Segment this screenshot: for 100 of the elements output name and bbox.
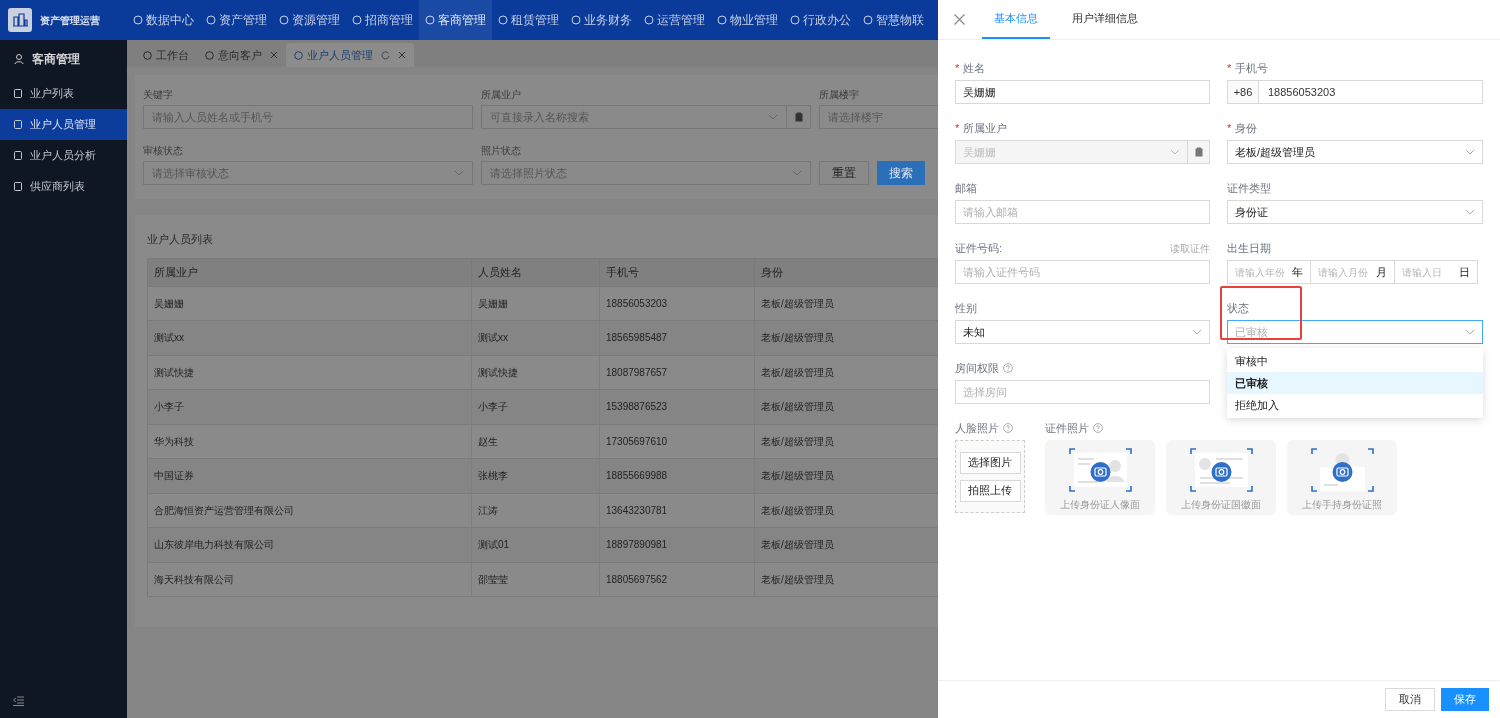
sidebar-item[interactable]: 业户人员分析 xyxy=(0,140,127,171)
table-cell: 山东彼岸电力科技有限公司 xyxy=(148,528,472,562)
circle-icon xyxy=(279,15,289,25)
table-cell: 13643230781 xyxy=(600,493,755,527)
circle-icon xyxy=(717,15,727,25)
collapse-menu-icon xyxy=(13,696,24,706)
select-field[interactable]: 老板/超级管理员 xyxy=(1227,140,1483,164)
field-label: 证件类型 xyxy=(1227,180,1271,196)
table-cell: 18855669988 xyxy=(600,459,755,493)
building-logo-icon xyxy=(8,8,32,32)
clipboard-icon xyxy=(1194,147,1203,157)
circle-icon xyxy=(205,50,214,60)
document-icon xyxy=(14,182,22,191)
refresh-icon xyxy=(381,50,390,60)
input-field[interactable]: 18856053203 xyxy=(1259,80,1483,104)
nav-item[interactable]: 行政办公 xyxy=(784,0,857,40)
table-title: 业户人员列表 xyxy=(147,232,214,247)
close-icon xyxy=(954,13,965,25)
table-cell: 江涛 xyxy=(472,493,600,527)
field-label: 人脸照片 xyxy=(955,420,999,436)
field-label: 邮箱 xyxy=(955,180,977,196)
dropdown-option[interactable]: 已审核 xyxy=(1227,372,1483,394)
field-label: 审核状态 xyxy=(143,144,184,155)
select-field[interactable]: 未知 xyxy=(955,320,1210,344)
nav-item[interactable]: 租赁管理 xyxy=(492,0,565,40)
circle-icon xyxy=(863,15,873,25)
field-label: 照片状态 xyxy=(481,144,522,155)
sidebar-item[interactable]: 业户列表 xyxy=(0,78,127,109)
nav-item[interactable]: 客商管理 xyxy=(419,0,492,40)
circle-icon xyxy=(133,15,143,25)
table-cell: 华为科技 xyxy=(148,424,472,458)
circle-icon xyxy=(498,15,508,25)
field-label: 身份 xyxy=(1235,120,1258,136)
table-cell: 赵生 xyxy=(472,424,600,458)
chevron-down-icon xyxy=(1465,329,1475,335)
upload-caption: 上传手持身份证照 xyxy=(1302,498,1382,512)
circle-icon xyxy=(294,50,303,60)
upload-button[interactable]: 拍照上传 xyxy=(959,479,1021,502)
circle-icon xyxy=(206,15,216,25)
field-label: 证件号码: xyxy=(955,240,1003,256)
table-cell: 海天科技有限公司 xyxy=(148,562,472,596)
input-field[interactable]: 吴姗姗 xyxy=(955,80,1210,104)
field-label: 姓名 xyxy=(963,60,986,76)
table-cell: 测试xx xyxy=(148,321,472,355)
app-title: 资产管理运营 xyxy=(40,13,100,28)
reset-button[interactable]: 重置 xyxy=(819,161,869,185)
sidebar-item[interactable]: 供应商列表 xyxy=(0,171,127,202)
cancel-button[interactable]: 取消 xyxy=(1385,688,1435,711)
column-header: 人员姓名 xyxy=(472,258,600,286)
table-cell: 15398876523 xyxy=(600,390,755,424)
country-code: +86 xyxy=(1227,80,1259,104)
select-field[interactable]: 身份证 xyxy=(1227,200,1483,224)
close-icon xyxy=(398,51,406,59)
close-icon xyxy=(270,51,278,59)
nav-item[interactable]: 资源管理 xyxy=(273,0,346,40)
field-label: 出生日期 xyxy=(1227,240,1271,256)
nav-item[interactable]: 物业管理 xyxy=(711,0,784,40)
nav-item[interactable]: 数据中心 xyxy=(127,0,200,40)
page-tab[interactable]: 意向客户 xyxy=(197,43,286,67)
column-header: 所属业户 xyxy=(148,258,472,286)
dropdown-option[interactable]: 审核中 xyxy=(1227,350,1483,372)
required-asterisk: * xyxy=(1227,120,1232,136)
dropdown-option[interactable]: 拒绝加入 xyxy=(1227,394,1483,416)
nav-item[interactable]: 资产管理 xyxy=(200,0,273,40)
chevron-down-icon xyxy=(1465,149,1475,155)
circle-icon xyxy=(143,50,152,60)
sidebar-item[interactable]: 业户人员管理 xyxy=(0,109,127,140)
field-label: 所属业户 xyxy=(481,88,522,99)
table-cell: 18087987657 xyxy=(600,355,755,389)
page-tab[interactable]: 工作台 xyxy=(135,43,197,67)
table-cell: 小李子 xyxy=(148,390,472,424)
clipboard-button[interactable] xyxy=(787,105,811,129)
required-asterisk: * xyxy=(1227,60,1232,76)
table-cell: 17305697610 xyxy=(600,424,755,458)
table-cell: 邵莹莹 xyxy=(472,562,600,596)
nav-item[interactable]: 业务财务 xyxy=(565,0,638,40)
required-asterisk: * xyxy=(955,120,960,136)
table-cell: 18897890981 xyxy=(600,528,755,562)
nav-item[interactable]: 运营管理 xyxy=(638,0,711,40)
field-label: 手机号 xyxy=(1235,60,1269,76)
field-label: 证件照片 xyxy=(1045,420,1089,436)
chevron-down-icon xyxy=(1192,329,1202,335)
search-button[interactable]: 搜索 xyxy=(877,161,925,185)
nav-item[interactable]: 招商管理 xyxy=(346,0,419,40)
field-label: 状态 xyxy=(1227,300,1249,316)
circle-icon xyxy=(352,15,362,25)
clipboard-icon xyxy=(794,112,803,122)
table-cell: 18856053203 xyxy=(600,286,755,320)
nav-item[interactable]: 智慧物联 xyxy=(857,0,930,40)
table-cell: 张桃李 xyxy=(472,459,600,493)
upload-button[interactable]: 选择图片 xyxy=(959,451,1021,474)
table-cell: 18805697562 xyxy=(600,562,755,596)
sidebar-heading: 客商管理 xyxy=(32,51,80,68)
circle-icon xyxy=(571,15,581,25)
table-cell: 测试快捷 xyxy=(472,355,600,389)
drawer-tab[interactable]: 用户详细信息 xyxy=(1060,0,1150,39)
field-label: 房间权限 xyxy=(955,360,999,376)
table-cell: 测试快捷 xyxy=(148,355,472,389)
table-cell: 小李子 xyxy=(472,390,600,424)
table-cell: 18565985487 xyxy=(600,321,755,355)
